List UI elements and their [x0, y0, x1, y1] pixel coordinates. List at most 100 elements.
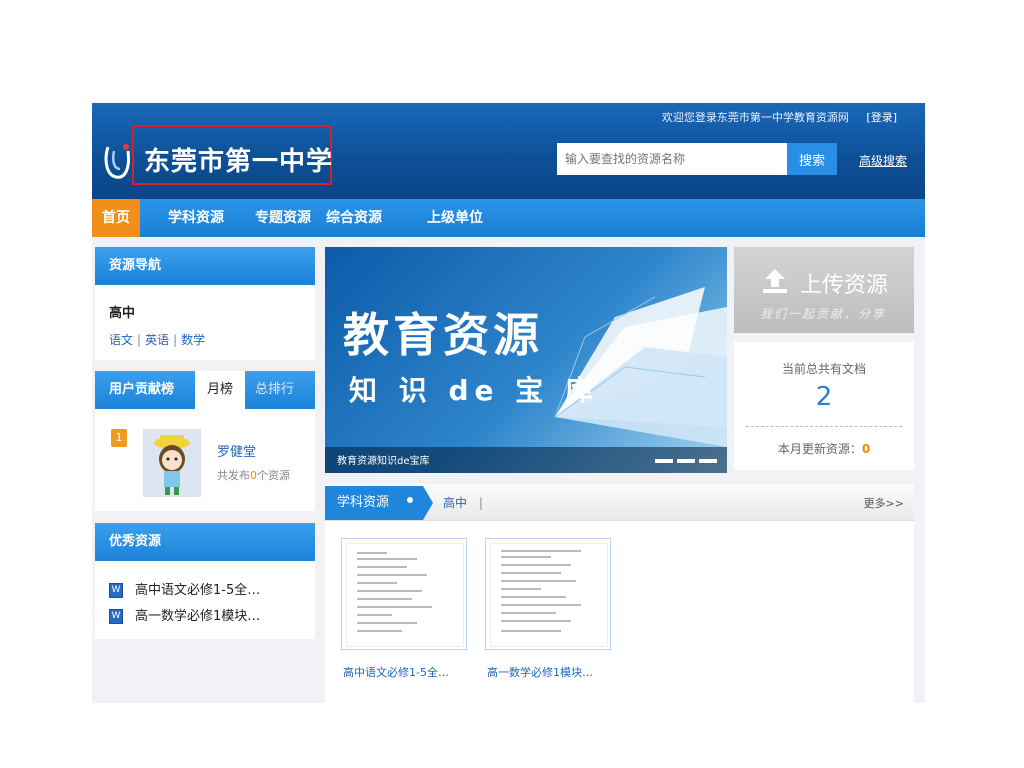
preview-line	[357, 598, 412, 600]
slide-dot[interactable]	[699, 459, 717, 463]
subject-separator: |	[173, 333, 178, 347]
excellent-resources-panel: 优秀资源 W 高中语文必修1-5全… W 高一数学必修1模块…	[95, 523, 315, 639]
preview-line	[357, 574, 427, 576]
stats-month-label: 本月更新资源：	[777, 442, 862, 456]
list-item[interactable]: W 高一数学必修1模块…	[109, 605, 260, 624]
document-thumbnail[interactable]	[485, 538, 611, 650]
preview-line	[501, 588, 541, 590]
upload-resource-button[interactable]: 上传资源 我们一起贡献、分享	[734, 247, 914, 333]
preview-line	[501, 596, 566, 598]
nav-item-subject-resources[interactable]: 学科资源	[158, 199, 234, 237]
more-link[interactable]: 更多>>	[864, 495, 904, 511]
preview-line	[357, 606, 432, 608]
site-header: 欢迎您登录东莞市第一中学教育资源网 [登录] 东莞市第一中学 搜索 高级搜索	[92, 103, 925, 199]
site-logo-icon	[104, 144, 130, 179]
banner-headline: 教育资源	[343, 308, 543, 362]
document-preview	[346, 543, 464, 647]
subject-tab-bar: 学科资源 高中 | 更多>>	[325, 484, 914, 521]
word-doc-icon: W	[109, 609, 123, 624]
tab-total[interactable]: 总排行	[255, 371, 294, 409]
document-thumbnail[interactable]	[341, 538, 467, 650]
main-nav: 首页 学科资源 专题资源 综合资源 上级单位	[92, 199, 925, 237]
resource-nav-panel: 资源导航 高中 语文 | 英语 | 数学	[95, 247, 315, 360]
stats-month-update: 本月更新资源：0	[734, 440, 914, 457]
preview-line	[501, 580, 576, 582]
tab-subject-resources[interactable]: 学科资源	[325, 486, 423, 520]
stats-divider	[746, 426, 902, 427]
subject-link-math[interactable]: 数学	[181, 333, 205, 347]
document-preview	[490, 543, 608, 647]
subject-level-filter: 高中 |	[443, 494, 483, 511]
advanced-search-link[interactable]: 高级搜索	[859, 152, 907, 169]
word-doc-icon: W	[109, 583, 123, 598]
user-avatar[interactable]	[143, 429, 201, 497]
nav-item-superior-unit[interactable]: 上级单位	[417, 199, 493, 237]
stats-month-count: 0	[861, 442, 871, 456]
welcome-bar: 欢迎您登录东莞市第一中学教育资源网 [登录]	[662, 109, 897, 125]
preview-line	[357, 590, 422, 592]
nav-item-home[interactable]: 首页	[92, 199, 140, 237]
banner-slideshow[interactable]: 教育资源 知 识 de 宝 库 教育资源知识de宝库	[325, 247, 727, 473]
stats-total-count: 2	[815, 382, 833, 412]
tab-monthly[interactable]: 月榜	[195, 371, 245, 409]
preview-line	[501, 620, 571, 622]
subject-link-english[interactable]: 英语	[145, 333, 169, 347]
preview-line	[357, 582, 397, 584]
preview-line	[501, 556, 551, 558]
ranking-header: 用户贡献榜 月榜 总排行	[95, 371, 315, 409]
school-resource-site: 欢迎您登录东莞市第一中学教育资源网 [登录] 东莞市第一中学 搜索 高级搜索 首…	[92, 103, 925, 703]
subject-resources-section: 学科资源 高中 | 更多>> 高中语文必修1-5全… 高一数学必修1模块…	[325, 484, 914, 703]
login-link[interactable]: [登录]	[866, 111, 897, 124]
nav-item-topic-resources[interactable]: 专题资源	[245, 199, 321, 237]
slide-dot[interactable]	[655, 459, 673, 463]
preview-line	[357, 552, 387, 554]
rank-count-prefix: 共发布	[217, 469, 250, 482]
search-input[interactable]	[557, 143, 787, 175]
rank-count-suffix: 个资源	[257, 469, 290, 482]
subject-link-chinese[interactable]: 语文	[109, 333, 133, 347]
subject-separator: |	[137, 333, 142, 347]
search-button[interactable]: 搜索	[787, 143, 837, 175]
list-item[interactable]: W 高中语文必修1-5全…	[109, 579, 260, 598]
excellent-resources-title: 优秀资源	[95, 523, 315, 561]
upload-label: 上传资源	[800, 273, 889, 298]
rank-count-value: 0	[250, 469, 257, 482]
rank-publish-count: 共发布0个资源	[217, 467, 290, 483]
document-caption[interactable]: 高一数学必修1模块…	[487, 664, 593, 680]
upload-subtitle: 我们一起贡献、分享	[760, 307, 887, 321]
resource-nav-title: 资源导航	[95, 247, 315, 285]
level-label: 高中	[109, 306, 136, 321]
slide-dot[interactable]	[677, 459, 695, 463]
list-item-label: 高一数学必修1模块…	[135, 609, 261, 624]
preview-line	[501, 550, 581, 552]
preview-line	[501, 604, 581, 606]
preview-line	[357, 614, 392, 616]
tab-arrow-icon	[423, 486, 433, 520]
subject-level-separator: |	[478, 496, 483, 510]
contribution-ranking-panel: 用户贡献榜 月榜 总排行 1 罗健堂 共发布0个资源	[95, 371, 315, 511]
document-stats: 当前总共有文档 2 本月更新资源：0	[734, 342, 914, 470]
upload-icon	[763, 269, 787, 293]
subject-level-link[interactable]: 高中	[443, 496, 467, 510]
preview-line	[357, 558, 417, 560]
school-name: 东莞市第一中学	[144, 147, 334, 177]
banner-subline: 知 识 de 宝 库	[349, 374, 600, 407]
tab-bullet-icon	[407, 497, 413, 503]
rank-badge: 1	[111, 429, 127, 447]
stats-title: 当前总共有文档	[781, 362, 866, 376]
document-caption[interactable]: 高中语文必修1-5全…	[343, 664, 449, 680]
rank-user-name[interactable]: 罗健堂	[217, 441, 256, 460]
preview-line	[501, 572, 561, 574]
welcome-text: 欢迎您登录东莞市第一中学教育资源网	[661, 111, 849, 124]
preview-line	[501, 630, 561, 632]
subject-links: 语文 | 英语 | 数学	[109, 331, 205, 348]
nav-item-general-resources[interactable]: 综合资源	[316, 199, 392, 237]
banner-caption: 教育资源知识de宝库	[337, 456, 430, 467]
preview-line	[357, 622, 417, 624]
preview-line	[501, 564, 571, 566]
preview-line	[501, 612, 556, 614]
preview-line	[357, 566, 407, 568]
list-item-label: 高中语文必修1-5全…	[135, 583, 261, 598]
ranking-title: 用户贡献榜	[109, 382, 175, 397]
preview-line	[357, 630, 402, 632]
